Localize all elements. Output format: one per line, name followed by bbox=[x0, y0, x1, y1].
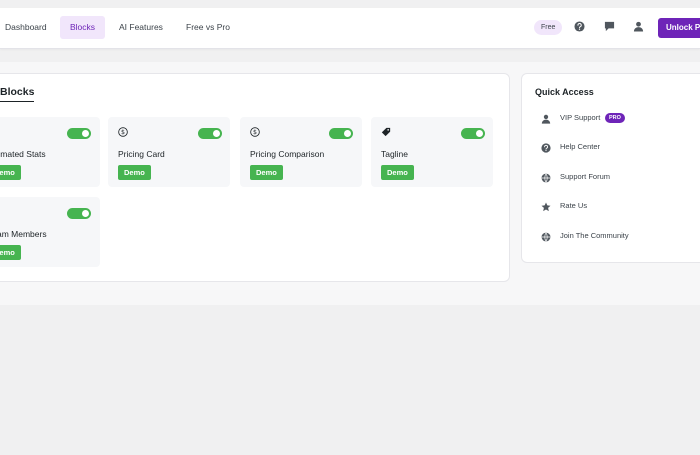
block-card-name: Animated Stats bbox=[0, 149, 46, 159]
block-card-name: Team Members bbox=[0, 229, 47, 239]
block-toggle[interactable] bbox=[198, 128, 222, 139]
dollar-icon: $ bbox=[250, 127, 260, 137]
block-card-tagline: Tagline Demo bbox=[371, 117, 493, 187]
quick-access-join-community[interactable]: Join The Community bbox=[541, 230, 661, 244]
quick-access-rate-us[interactable]: Rate Us bbox=[541, 200, 641, 214]
tag-icon bbox=[381, 127, 391, 137]
help-icon bbox=[541, 143, 551, 153]
demo-button[interactable]: Demo bbox=[250, 165, 283, 180]
user-icon[interactable] bbox=[633, 21, 644, 32]
dollar-icon: $ bbox=[118, 127, 128, 137]
quick-access-title: Quick Access bbox=[535, 87, 594, 97]
quick-access-vip-support[interactable]: VIP Support PRO bbox=[541, 112, 641, 126]
blocks-title: Blocks bbox=[0, 86, 35, 102]
community-icon bbox=[541, 232, 551, 242]
pro-badge: PRO bbox=[605, 113, 625, 123]
block-card-pricing-card: $ Pricing Card Demo bbox=[108, 117, 230, 187]
nav-tab-blocks[interactable]: Blocks bbox=[60, 16, 106, 39]
top-navigation-bar: Dashboard Blocks AI Features Free vs Pro bbox=[0, 8, 700, 49]
help-icon[interactable] bbox=[574, 21, 585, 32]
demo-button[interactable]: Demo bbox=[381, 165, 414, 180]
nav-tab-dashboard[interactable]: Dashboard bbox=[0, 16, 57, 39]
block-card-name: Tagline bbox=[381, 149, 408, 159]
block-toggle[interactable] bbox=[67, 128, 91, 139]
svg-text:$: $ bbox=[121, 129, 125, 136]
quick-access-label: VIP Support bbox=[560, 113, 601, 122]
nav-tab-ai-features[interactable]: AI Features bbox=[109, 16, 173, 39]
forum-icon bbox=[541, 173, 551, 183]
block-card-name: Pricing Comparison bbox=[250, 149, 325, 159]
comment-icon[interactable] bbox=[604, 21, 615, 32]
star-icon bbox=[541, 202, 551, 212]
nav-tab-free-vs-pro[interactable]: Free vs Pro bbox=[176, 16, 240, 39]
quick-access-label: Help Center bbox=[560, 142, 601, 151]
demo-button[interactable]: Demo bbox=[0, 165, 21, 180]
block-toggle[interactable] bbox=[67, 208, 91, 219]
user-icon bbox=[541, 114, 551, 124]
demo-button[interactable]: Demo bbox=[118, 165, 151, 180]
block-card-pricing-comparison: $ Pricing Comparison Demo bbox=[240, 117, 362, 187]
svg-text:$: $ bbox=[253, 129, 257, 136]
block-toggle[interactable] bbox=[329, 128, 353, 139]
quick-access-label: Join The Community bbox=[560, 231, 629, 240]
quick-access-label: Rate Us bbox=[560, 201, 588, 210]
block-card-name: Pricing Card bbox=[118, 149, 165, 159]
demo-button[interactable]: Demo bbox=[0, 245, 21, 260]
quick-access-label: Support Forum bbox=[560, 172, 611, 181]
block-card-team-members: Team Members Demo bbox=[0, 197, 100, 267]
quick-access-help-center[interactable]: Help Center bbox=[541, 141, 641, 155]
block-toggle[interactable] bbox=[461, 128, 485, 139]
plan-badge: Free bbox=[534, 20, 563, 35]
block-card-animated-stats: Animated Stats Demo bbox=[0, 117, 100, 187]
quick-access-support-forum[interactable]: Support Forum bbox=[541, 171, 641, 185]
unlock-pro-button[interactable]: Unlock Pro bbox=[658, 18, 700, 38]
